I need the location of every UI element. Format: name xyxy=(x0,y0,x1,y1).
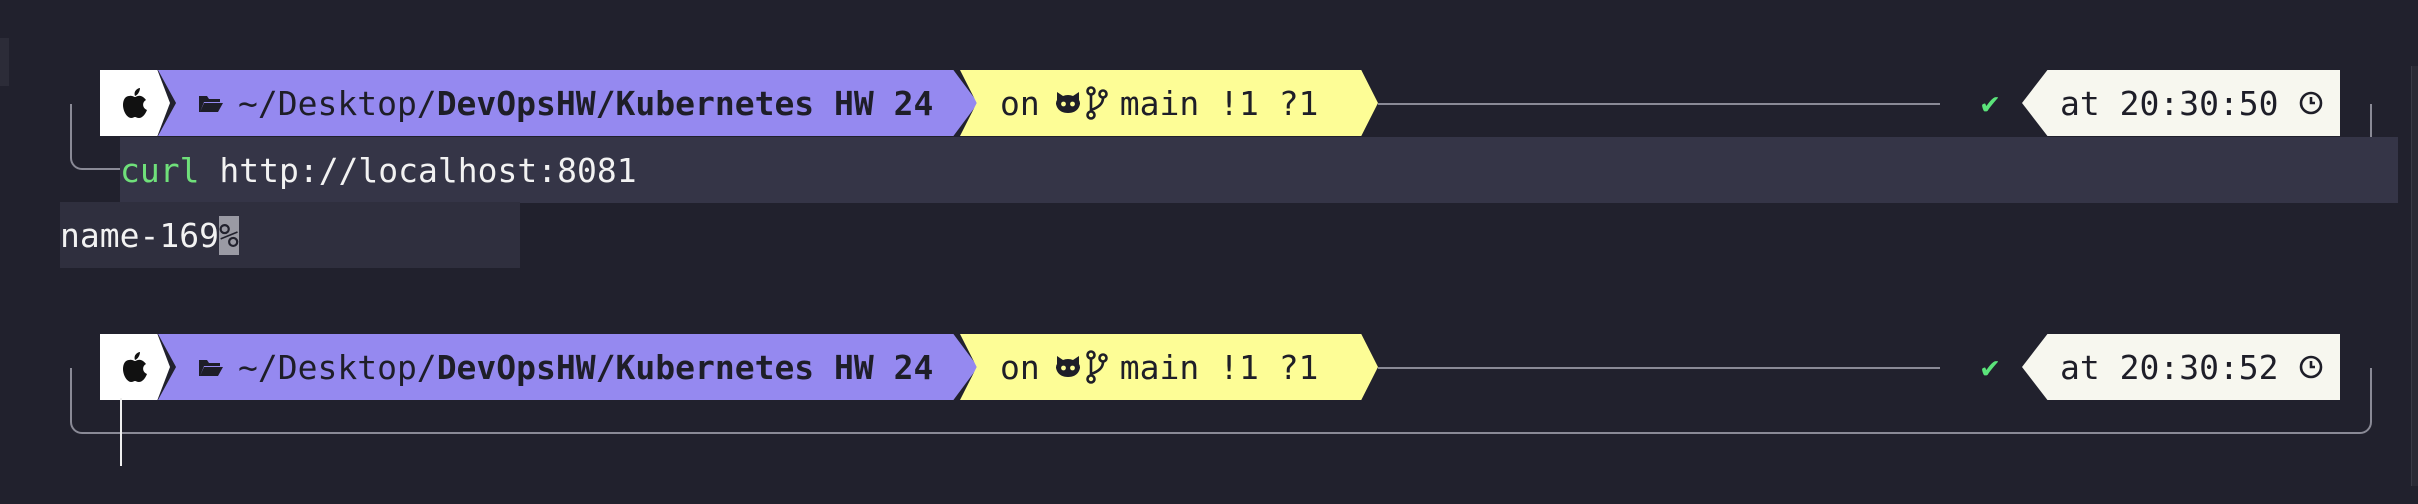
path-prefix: ~/Desktop/ xyxy=(238,83,437,123)
path-segment: ~/Desktop/DevOpsHW/Kubernetes HW 24 xyxy=(158,70,978,136)
os-segment xyxy=(100,334,170,400)
command-line[interactable]: curl http://localhost:8081 xyxy=(120,137,2398,203)
clock-icon xyxy=(2299,355,2323,379)
time-label: at 20:30:50 xyxy=(2060,83,2279,123)
git-branch-status: main !1 ?1 xyxy=(1119,83,1319,123)
prompt-line-1: ~/Desktop/DevOpsHW/Kubernetes HW 24 on m… xyxy=(0,70,2418,170)
git-segment: on main !1 ?1 xyxy=(960,70,1378,136)
apple-icon xyxy=(122,352,148,382)
time-label: at 20:30:52 xyxy=(2060,347,2279,387)
prompt-connector xyxy=(1378,103,1940,105)
apple-icon xyxy=(122,88,148,118)
github-icon xyxy=(1054,90,1082,116)
git-on-label: on xyxy=(1000,83,1040,123)
git-branch-icon xyxy=(1085,86,1108,120)
path-current: DevOpsHW/Kubernetes HW 24 xyxy=(436,83,934,123)
check-icon: ✔ xyxy=(1980,349,2000,385)
end-of-line-mark: % xyxy=(218,215,239,255)
output-text: name-169 xyxy=(60,215,219,255)
folder-icon xyxy=(198,93,224,113)
command-name: curl xyxy=(120,150,200,190)
prompt-connector xyxy=(1378,367,1940,369)
path-prefix: ~/Desktop/ xyxy=(238,347,437,387)
command-args: http://localhost:8081 xyxy=(199,150,637,190)
github-icon xyxy=(1054,354,1082,380)
time-segment: at 20:30:52 xyxy=(2022,334,2340,400)
command-output: name-169% xyxy=(60,202,520,268)
git-on-label: on xyxy=(1000,347,1040,387)
time-segment: at 20:30:50 xyxy=(2022,70,2340,136)
input-caret[interactable] xyxy=(120,398,122,466)
git-branch-status: main !1 ?1 xyxy=(1119,347,1319,387)
folder-icon xyxy=(198,357,224,377)
git-segment: on main !1 ?1 xyxy=(960,334,1378,400)
prompt-line-2: ~/Desktop/DevOpsHW/Kubernetes HW 24 on m… xyxy=(0,334,2418,434)
clock-icon xyxy=(2299,91,2323,115)
path-current: DevOpsHW/Kubernetes HW 24 xyxy=(436,347,934,387)
check-icon: ✔ xyxy=(1980,85,2000,121)
git-branch-icon xyxy=(1085,350,1108,384)
os-segment xyxy=(100,70,170,136)
path-segment: ~/Desktop/DevOpsHW/Kubernetes HW 24 xyxy=(158,334,978,400)
